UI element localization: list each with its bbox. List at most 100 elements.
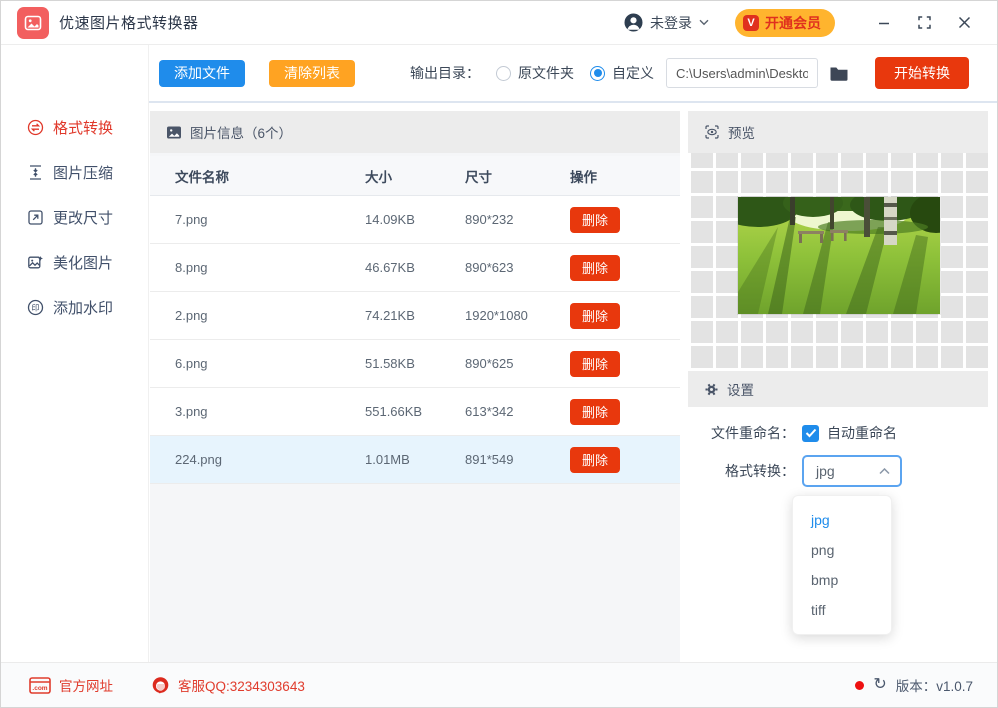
sidebar-item-0[interactable]: 格式转换 [1,105,148,150]
file-size-cell: 46.67KB [365,260,415,275]
format-select[interactable]: jpg [802,455,902,487]
delete-button[interactable]: 删除 [570,350,620,377]
titlebar-actions: 未登录 V 开通会员 [624,8,979,38]
vip-label: 开通会员 [765,14,821,31]
preview-checkerboard [688,153,988,371]
file-size-cell: 74.21KB [365,308,415,323]
app-logo-icon [17,6,49,39]
delete-button[interactable]: 删除 [570,398,620,425]
rename-label: 文件重命名： [711,425,795,441]
file-name-cell: 7.png [175,212,208,227]
website-label: 官方网址 [59,679,113,694]
close-button[interactable] [949,8,979,38]
table-row-1[interactable]: 8.png 46.67KB 890*623 删除 [150,244,680,292]
main-area: 格式转换图片压缩更改尺寸美化图片印 添加水印 添加文件 清除列表 输出目录： 原文… [1,45,997,662]
format-option-bmp[interactable]: bmp [793,565,891,595]
headset-icon [151,676,170,695]
format-select-value: jpg [816,463,835,479]
support-qq-link[interactable]: 客服QQ:3234303643 [151,675,305,695]
sidebar-item-3[interactable]: 美化图片 [1,240,148,285]
beautify-icon [27,254,44,271]
chevron-down-icon [699,19,709,26]
clear-list-button[interactable]: 清除列表 [269,59,355,87]
sidebar-item-2[interactable]: 更改尺寸 [1,195,148,240]
website-icon: .com [29,676,51,694]
format-option-tiff[interactable]: tiff [793,595,891,625]
sidebar-item-4[interactable]: 印 添加水印 [1,285,148,330]
table-section-header: 图片信息（6个） [150,111,680,153]
file-actions-cell: 删除 [570,206,680,233]
table-row-5[interactable]: 224.png 1.01MB 891*549 删除 [150,436,680,484]
file-dimensions-cell: 613*342 [465,404,514,419]
table-rows: 7.png 14.09KB 890*232 删除 8.png 46.67KB 890*623… [150,196,680,484]
toolbar: 添加文件 清除列表 输出目录： 原文件夹 自定义 开始转换 [149,45,997,101]
settings-body: 文件重命名： 自动重命名 格式转换： jpg [688,407,988,487]
file-actions-cell: 删除 [570,302,680,329]
login-label: 未登录 [650,14,692,31]
app-window: 优速图片格式转换器 未登录 V 开通会员 格式转换 图片压缩 更改尺寸 美化图片… [0,0,998,708]
add-files-button[interactable]: 添加文件 [159,59,245,87]
file-dimensions-cell: 890*625 [465,356,514,371]
radio-custom-folder[interactable]: 自定义 [590,63,654,83]
maximize-button[interactable] [909,8,939,38]
rename-option-label: 自动重命名 [827,425,897,441]
sidebar-item-label: 图片压缩 [53,165,114,182]
file-name-cell: 8.png [175,260,208,275]
file-dimensions-cell: 891*549 [465,452,514,467]
delete-button[interactable]: 删除 [570,206,620,233]
app-identity: 优速图片格式转换器 [17,6,199,39]
refresh-icon[interactable]: ↻ [873,677,886,693]
preview-eye-icon [704,124,720,140]
sidebar-menu: 格式转换图片压缩更改尺寸美化图片印 添加水印 [1,45,149,662]
start-convert-button[interactable]: 开始转换 [875,57,969,89]
table-row-0[interactable]: 7.png 14.09KB 890*232 删除 [150,196,680,244]
svg-text:印: 印 [32,303,40,312]
app-title: 优速图片格式转换器 [59,15,199,32]
sidebar-item-label: 更改尺寸 [53,210,114,227]
format-option-jpg[interactable]: jpg [793,505,891,535]
version-label: 版本：v1.0.7 [895,679,973,694]
format-setting-row: 格式转换： jpg [688,455,988,487]
format-option-png[interactable]: png [793,535,891,565]
table-header-row: 文件名称 大小 尺寸 操作 [150,156,680,196]
output-path-input[interactable] [666,58,818,88]
rename-checkbox[interactable] [802,424,819,442]
radio-custom-circle [590,65,605,81]
column-header-0: 文件名称 [175,169,229,185]
settings-section-title: 设置 [727,383,754,398]
file-size-cell: 51.58KB [365,356,415,371]
user-avatar-icon [624,13,643,32]
watermark-icon: 印 [27,299,44,316]
table-row-4[interactable]: 3.png 551.66KB 613*342 删除 [150,388,680,436]
radio-original-circle [496,65,511,81]
file-size-cell: 1.01MB [365,452,410,467]
sidebar-item-label: 添加水印 [53,300,114,317]
delete-button[interactable]: 删除 [570,254,620,281]
official-website-link[interactable]: .com 官方网址 [29,675,113,695]
delete-button[interactable]: 删除 [570,446,620,473]
radio-original-folder[interactable]: 原文件夹 [496,63,574,83]
image-info-icon [166,125,182,140]
file-actions-cell: 删除 [570,254,680,281]
footer-bar: .com 官方网址 客服QQ:3234303643 ↻ 版本：v1.0.7 [1,662,997,707]
vip-button[interactable]: V 开通会员 [735,8,835,37]
browse-folder-icon[interactable] [829,65,849,82]
file-name-cell: 2.png [175,308,208,323]
preview-section-title: 预览 [728,126,755,141]
file-size-cell: 551.66KB [365,404,423,419]
radio-custom-label: 自定义 [612,65,654,81]
sidebar-item-1[interactable]: 图片压缩 [1,150,148,195]
table-row-2[interactable]: 2.png 74.21KB 1920*1080 删除 [150,292,680,340]
settings-section-header: 设置 [688,371,988,407]
file-actions-cell: 删除 [570,398,680,425]
minimize-button[interactable] [869,8,899,38]
file-dimensions-cell: 1920*1080 [465,308,528,323]
delete-button[interactable]: 删除 [570,302,620,329]
login-menu[interactable]: 未登录 [624,13,709,33]
content-area: 添加文件 清除列表 输出目录： 原文件夹 自定义 开始转换 [149,45,997,662]
file-actions-cell: 删除 [570,446,680,473]
file-dimensions-cell: 890*232 [465,212,514,227]
table-row-3[interactable]: 6.png 51.58KB 890*625 删除 [150,340,680,388]
column-header-2: 尺寸 [465,169,492,185]
resize-icon [27,209,44,226]
